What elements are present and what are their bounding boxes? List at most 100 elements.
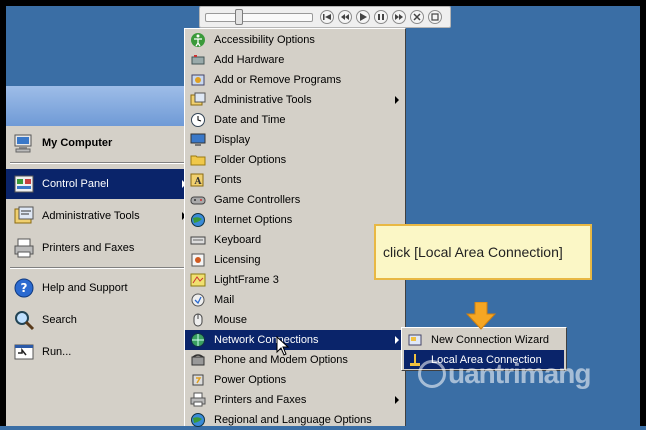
cp-item-label: Fonts (214, 174, 242, 186)
cp-item-folder-options[interactable]: Folder Options (185, 150, 405, 170)
display-icon (190, 132, 206, 148)
start-item-help-and-support[interactable]: ? Help and Support (6, 273, 190, 303)
start-item-label: Search (42, 314, 77, 326)
cp-item-printers-and-faxes[interactable]: Printers and Faxes (185, 390, 405, 410)
start-item-label: Run... (42, 346, 72, 358)
accessibility-icon (190, 32, 206, 48)
cp-item-label: Regional and Language Options (214, 414, 372, 426)
printer-icon (190, 392, 206, 408)
watermark-logo-icon (418, 360, 446, 388)
cp-item-label: Internet Options (214, 214, 293, 226)
mail-icon (190, 292, 206, 308)
start-item-control-panel[interactable]: Control Panel (6, 169, 190, 199)
cp-item-keyboard[interactable]: Keyboard (185, 230, 405, 250)
submenu-arrow-icon (395, 96, 399, 104)
watermark: uantrimang (418, 356, 591, 392)
cp-item-display[interactable]: Display (185, 130, 405, 150)
start-menu-separator (10, 267, 186, 269)
seek-slider-thumb[interactable] (235, 9, 243, 25)
run-icon (12, 340, 36, 364)
cp-item-label: Folder Options (214, 154, 287, 166)
start-menu-header (6, 86, 190, 126)
cp-item-mail[interactable]: Mail (185, 290, 405, 310)
fast-forward-icon[interactable] (392, 10, 406, 24)
cp-item-internet-options[interactable]: Internet Options (185, 210, 405, 230)
cp-item-game-controllers[interactable]: Game Controllers (185, 190, 405, 210)
start-item-search[interactable]: Search (6, 305, 190, 335)
net-item-new-connection-wizard[interactable]: New Connection Wizard (404, 330, 564, 349)
start-item-label: My Computer (42, 137, 113, 149)
media-player-bar (199, 6, 451, 28)
admin-tools-icon (12, 204, 36, 228)
start-menu-separator (10, 162, 186, 164)
admin-tools-icon (190, 92, 206, 108)
mouse-icon (190, 312, 206, 328)
cp-item-accessibility-options[interactable]: Accessibility Options (185, 30, 405, 50)
instruction-callout: click [Local Area Connection] (374, 224, 592, 280)
start-item-label: Help and Support (42, 282, 128, 294)
play-icon[interactable] (356, 10, 370, 24)
phone-icon (190, 352, 206, 368)
cp-item-fonts[interactable]: A Fonts (185, 170, 405, 190)
start-item-administrative-tools[interactable]: Administrative Tools (6, 201, 190, 231)
cp-item-label: Accessibility Options (214, 34, 315, 46)
cp-item-label: Date and Time (214, 114, 286, 126)
cp-item-label: Add or Remove Programs (214, 74, 342, 86)
globe-icon (190, 212, 206, 228)
callout-text: click [Local Area Connection] (383, 244, 563, 260)
submenu-arrow-icon (395, 396, 399, 404)
cp-item-label: Printers and Faxes (214, 394, 307, 406)
start-item-label: Administrative Tools (42, 210, 140, 222)
start-item-run[interactable]: Run... (6, 337, 190, 367)
cp-item-label: Display (214, 134, 251, 146)
watermark-text: uantrimang (448, 358, 591, 389)
cp-item-add-hardware[interactable]: Add Hardware (185, 50, 405, 70)
mouse-cursor-icon (276, 336, 290, 356)
cp-item-label: Add Hardware (214, 54, 285, 66)
start-item-printers-and-faxes[interactable]: Printers and Faxes (6, 233, 190, 263)
wizard-icon (407, 332, 423, 348)
start-item-my-computer[interactable]: My Computer (6, 128, 190, 158)
cp-item-date-and-time[interactable]: Date and Time (185, 110, 405, 130)
keyboard-icon (190, 232, 206, 248)
cp-item-mouse[interactable]: Mouse (185, 310, 405, 330)
close-icon[interactable] (410, 10, 424, 24)
cp-item-power-options[interactable]: Power Options (185, 370, 405, 390)
cp-item-label: Mouse (214, 314, 248, 326)
cp-item-add-or-remove-programs[interactable]: Add or Remove Programs (185, 70, 405, 90)
printer-icon (12, 236, 36, 260)
submenu-arrow-icon (395, 336, 399, 344)
cp-item-label: Keyboard (214, 234, 262, 246)
cp-item-label: Mail (214, 294, 235, 306)
game-controller-icon (190, 192, 206, 208)
cp-item-network-connections[interactable]: Network Connections (185, 330, 405, 350)
skip-back-icon[interactable] (320, 10, 334, 24)
folder-icon (190, 152, 206, 168)
svg-text:A: A (194, 177, 203, 187)
start-item-label: Control Panel (42, 178, 109, 190)
cp-item-label: Licensing (214, 254, 261, 266)
cp-item-label: LightFrame 3 (214, 274, 279, 286)
start-item-label: Printers and Faxes (42, 242, 135, 254)
fullscreen-icon[interactable] (428, 10, 442, 24)
control-panel-icon (12, 172, 36, 196)
pause-icon[interactable] (374, 10, 388, 24)
cp-item-label: Game Controllers (214, 194, 301, 206)
lightframe-icon (190, 272, 206, 288)
start-menu: My Computer Control Panel Administrative… (6, 86, 190, 426)
cp-item-lightframe-3[interactable]: LightFrame 3 (185, 270, 405, 290)
help-icon: ? (12, 276, 36, 300)
add-hardware-icon (190, 52, 206, 68)
cp-item-regional-and-language-options[interactable]: Regional and Language Options (185, 410, 405, 430)
licensing-icon (190, 252, 206, 268)
rewind-icon[interactable] (338, 10, 352, 24)
cp-item-label: Power Options (214, 374, 287, 386)
cp-item-phone-and-modem-options[interactable]: Phone and Modem Options (185, 350, 405, 370)
cp-item-licensing[interactable]: Licensing (185, 250, 405, 270)
fonts-icon: A (190, 172, 206, 188)
cp-item-administrative-tools[interactable]: Administrative Tools (185, 90, 405, 110)
add-remove-programs-icon (190, 72, 206, 88)
control-panel-submenu: Accessibility Options Add Hardware Add or … (184, 28, 406, 427)
seek-slider-track[interactable] (205, 13, 313, 22)
cp-item-label: Administrative Tools (214, 94, 312, 106)
